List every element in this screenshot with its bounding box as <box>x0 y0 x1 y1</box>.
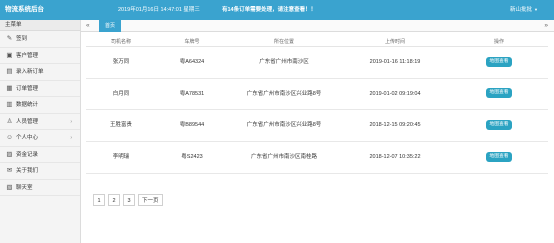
plate-number: 粤A78531 <box>179 90 205 97</box>
chevron-right-icon: › <box>70 135 72 141</box>
action-cell: 地图查看 <box>450 110 548 142</box>
tab-bar: « 首页 » <box>81 20 554 32</box>
location: 广东省广州市南沙区南桂路 <box>250 154 317 161</box>
sidebar-item-label: 聊天室 <box>16 184 33 191</box>
sidebar-item-label: 客户管理 <box>16 52 39 59</box>
sidebar: 主菜单 ✎ 签到 ▣ 客户管理 ▤ 录入新订单 ▦ 订单管理 ▥ 数据统计 ♙ 人员管理 › … <box>0 20 81 243</box>
sidebar-item-signin[interactable]: ✎ 签到 <box>0 31 80 48</box>
location: 广东省广州市南沙区兴业路8号 <box>246 122 322 129</box>
driver-name: 张万同 <box>112 59 130 65</box>
plate-number: 粤S2423 <box>181 154 203 161</box>
wallet-icon: ▨ <box>6 150 13 158</box>
current-datetime: 2019年01月16日 14:47:01 星期三 <box>118 7 200 13</box>
location: 广东省广州市南沙区 <box>259 59 309 65</box>
pencil-icon: ✎ <box>6 35 13 42</box>
person-icon: ♙ <box>6 117 13 125</box>
sidebar-item-profile[interactable]: ☺ 个人中心 › <box>0 130 80 147</box>
map-view-button[interactable]: 地图查看 <box>486 56 512 67</box>
table-row: 李明瑞 粤S2423 广东省广州市南沙区南桂路 2018-12-07 10:35… <box>86 142 548 174</box>
table-row: 张万同 粤A64324 广东省广州市南沙区 2019-01-16 11:18:1… <box>86 47 548 79</box>
table-row: 白月同 粤A78531 广东省广州市南沙区兴业路8号 2019-01-02 09… <box>86 79 548 111</box>
sidebar-item-label: 人员管理 <box>16 118 39 125</box>
user-menu[interactable]: 新山批批 ▼ <box>510 0 538 20</box>
map-view-button[interactable]: 地图查看 <box>486 119 512 130</box>
order-notice[interactable]: 有14条订单需要处理，请注意查看！！ <box>222 0 316 20</box>
top-header: 物流系统后台 2019年01月16日 14:47:01 星期三 有14条订单需要… <box>0 0 554 20</box>
page-button-1[interactable]: 1 <box>93 194 105 206</box>
upload-time: 2019-01-16 11:18:19 <box>369 59 421 65</box>
sidebar-item-about[interactable]: ✉ 关于我们 <box>0 163 80 180</box>
location: 广东省广州市南沙区兴业路8号 <box>246 90 322 97</box>
action-cell: 地图查看 <box>450 142 548 174</box>
pagination: 1 2 3 下一页 <box>93 194 166 207</box>
app-title: 物流系统后台 <box>5 6 44 13</box>
driver-location-table: 司机名称 车牌号 所在位置 上传时间 操作 张万同 粤A64324 广东省广州市… <box>86 37 548 174</box>
driver-name: 王胜富贵 <box>109 122 132 129</box>
chevron-down-icon: ▼ <box>534 7 538 12</box>
sidebar-item-label: 资金记录 <box>16 151 39 158</box>
column-header: 操作 <box>493 39 504 45</box>
plate-number: 粤A64324 <box>179 59 205 65</box>
orders-icon: ▦ <box>6 84 13 92</box>
action-cell: 地图查看 <box>450 79 548 111</box>
sidebar-item-orders[interactable]: ▦ 订单管理 <box>0 81 80 97</box>
driver-name: 李明瑞 <box>112 154 130 161</box>
column-header: 车牌号 <box>184 39 200 45</box>
chart-icon: ▥ <box>6 101 13 108</box>
chat-icon: ▧ <box>6 183 13 191</box>
sidebar-item-label: 个人中心 <box>16 135 39 141</box>
next-page-button[interactable]: 下一页 <box>138 194 163 206</box>
sidebar-item-label: 录入新订单 <box>16 69 44 75</box>
column-header: 所在位置 <box>273 39 294 45</box>
sidebar-item-label: 数据统计 <box>16 102 39 108</box>
envelope-icon: ✉ <box>6 167 13 174</box>
sidebar-item-customers[interactable]: ▣ 客户管理 <box>0 48 80 64</box>
new-order-icon: ▤ <box>6 68 13 75</box>
page-button-3[interactable]: 3 <box>123 194 135 206</box>
upload-time: 2018-12-07 10:35:22 <box>369 154 421 161</box>
sidebar-item-chat[interactable]: ▧ 聊天室 <box>0 180 80 196</box>
sidebar-item-statistics[interactable]: ▥ 数据统计 <box>0 97 80 114</box>
driver-name: 白月同 <box>112 90 130 97</box>
column-header: 司机名称 <box>110 39 131 45</box>
table-header: 司机名称 车牌号 所在位置 上传时间 操作 <box>86 37 548 47</box>
upload-time: 2018-12-15 09:20:45 <box>369 122 421 129</box>
sidebar-item-new-order[interactable]: ▤ 录入新订单 <box>0 64 80 81</box>
tab-scroll-left-icon[interactable]: « <box>86 20 90 32</box>
map-view-button[interactable]: 地图查看 <box>486 151 512 162</box>
page-button-2[interactable]: 2 <box>108 194 120 206</box>
sidebar-item-label: 签到 <box>16 36 28 42</box>
column-header: 上传时间 <box>384 39 405 45</box>
table-row: 王胜富贵 粤B89544 广东省广州市南沙区兴业路8号 2018-12-15 0… <box>86 110 548 143</box>
plate-number: 粤B89544 <box>179 122 205 129</box>
upload-time: 2019-01-02 09:19:04 <box>369 90 421 97</box>
action-cell: 地图查看 <box>450 47 548 79</box>
sidebar-item-label: 关于我们 <box>16 168 39 174</box>
sidebar-title: 主菜单 <box>0 20 80 31</box>
map-view-button[interactable]: 地图查看 <box>486 88 512 99</box>
sidebar-item-funds[interactable]: ▨ 资金记录 <box>0 147 80 163</box>
user-name: 新山批批 <box>510 7 533 13</box>
user-icon: ☺ <box>6 134 13 141</box>
chevron-right-icon: › <box>70 118 72 125</box>
customer-icon: ▣ <box>6 51 13 59</box>
sidebar-item-staff[interactable]: ♙ 人员管理 › <box>0 114 80 130</box>
sidebar-item-label: 订单管理 <box>16 85 39 92</box>
tab-home[interactable]: 首页 <box>99 20 121 32</box>
tab-scroll-right-icon[interactable]: » <box>544 20 548 32</box>
